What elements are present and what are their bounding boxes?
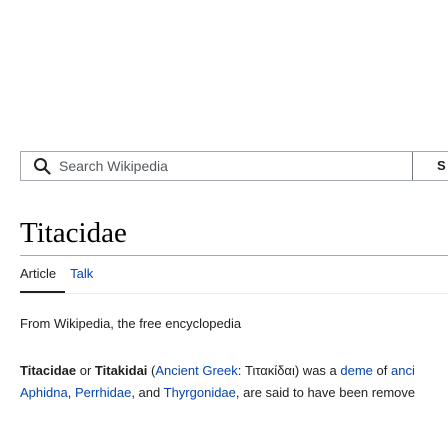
- link-anci[interactable]: anci: [391, 363, 415, 378]
- link-ancient-greek[interactable]: Ancient Greek: [155, 363, 237, 378]
- tabs-divider: [20, 293, 448, 294]
- lead-paragraph: Titacidae or Titakidai (Ancient Greek: Τ…: [20, 360, 448, 404]
- search-button[interactable]: S: [419, 152, 446, 180]
- link-perrhidae[interactable]: Perrhidae: [75, 385, 131, 400]
- search-input[interactable]: [59, 158, 399, 174]
- text-greek: : Τιτακίδαι: [237, 363, 295, 378]
- text-of: of: [372, 363, 391, 378]
- namespace-tabs: Article Talk: [20, 266, 93, 281]
- site-tagline: From Wikipedia, the free encyclopedia: [20, 316, 242, 331]
- text-said-removed: , are said to have been remove: [235, 385, 416, 400]
- search-bar: S: [20, 151, 448, 181]
- title-divider: [20, 255, 448, 256]
- tab-article[interactable]: Article: [20, 266, 56, 281]
- text-sep-2: , and: [131, 385, 164, 400]
- search-icon: [33, 157, 51, 175]
- term-titakidai: Titakidai: [94, 363, 148, 378]
- page-title: Titacidae: [20, 217, 127, 249]
- search-box[interactable]: [21, 152, 413, 180]
- link-deme[interactable]: deme: [340, 363, 373, 378]
- lead-line-1: Titacidae or Titakidai (Ancient Greek: Τ…: [20, 363, 415, 378]
- text-or: or: [76, 363, 95, 378]
- link-thyrgonidae[interactable]: Thyrgonidae: [164, 385, 236, 400]
- text-was-a: was a: [299, 363, 341, 378]
- text-sep-1: ,: [67, 385, 75, 400]
- term-titacidae: Titacidae: [20, 363, 77, 378]
- tab-talk[interactable]: Talk: [70, 266, 93, 281]
- link-aphidna[interactable]: Aphidna: [20, 385, 68, 400]
- page: S Titacidae Article Talk From Wikipedia,…: [0, 0, 448, 448]
- lead-line-2: Aphidna, Perrhidae, and Thyrgonidae, are…: [20, 385, 415, 400]
